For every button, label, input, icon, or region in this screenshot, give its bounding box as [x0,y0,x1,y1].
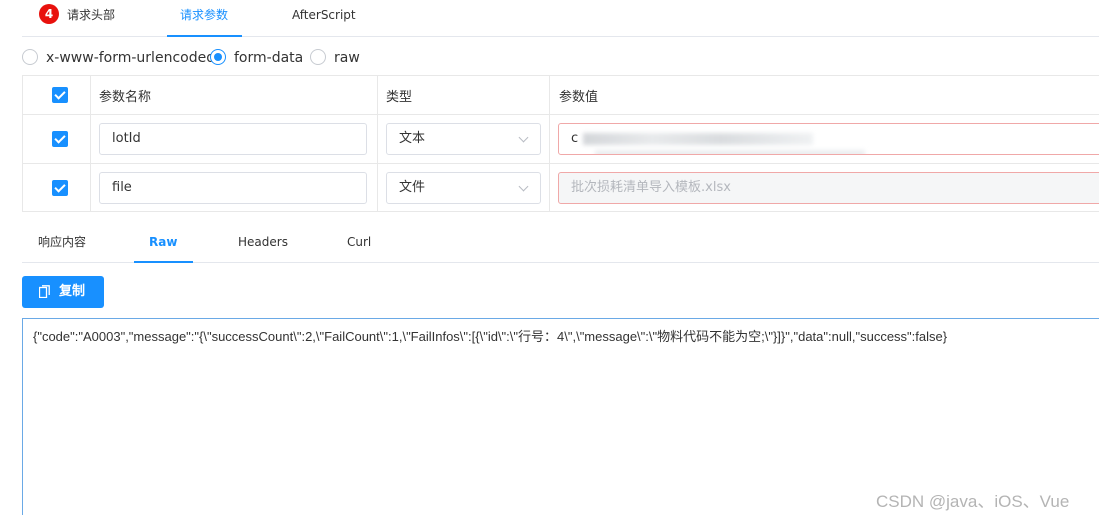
radio-form-data-label: form-data [234,50,304,66]
header-count-badge: 4 [39,4,59,24]
tab-headers[interactable]: Headers [238,228,288,262]
radio-urlencoded[interactable]: x-www-form-urlencoded [22,47,215,69]
tab-request-params-label: 请求参数 [180,8,229,22]
tab-request-params[interactable]: 请求参数 [166,0,243,37]
radio-dot [22,49,38,65]
copy-button[interactable]: 复制 [22,276,104,308]
param-type-select[interactable]: 文本 [386,123,541,155]
row-checkbox[interactable] [52,131,68,147]
param-name-input[interactable]: file [99,172,367,204]
watermark: CSDN @java、iOS、Vue [876,492,1070,511]
param-type-select[interactable]: 文件 [386,172,541,204]
chevron-down-icon [518,181,529,192]
column-header-type: 类型 [386,89,413,105]
api-request-panel: 4 请求头部 请求参数 AfterScript x-www-form-urlenc… [0,0,1099,515]
redacted-blur [595,150,865,154]
radio-dot [210,49,226,65]
column-header-value: 参数值 [559,89,599,105]
tab-after-script-label: AfterScript [292,8,356,22]
radio-dot [310,49,326,65]
file-upload-field[interactable]: 批次损耗清单导入模板.xlsx [558,172,1099,204]
copy-icon [39,285,50,298]
row-checkbox[interactable] [52,180,68,196]
param-table-header: 参数名称 类型 参数值 [23,76,1099,115]
table-row: lotId 文本 c [23,115,1099,164]
tab-curl[interactable]: Curl [347,228,371,262]
param-type-value: 文本 [399,131,426,146]
copy-button-label: 复制 [59,284,86,299]
tab-after-script[interactable]: AfterScript [292,0,356,36]
radio-raw[interactable]: raw [310,47,360,69]
param-value-text: c [571,131,579,146]
raw-response-output[interactable]: {"code":"A0003","message":"{\"successCou… [22,318,1099,515]
radio-urlencoded-label: x-www-form-urlencoded [46,50,216,66]
table-row: file 文件 批次损耗清单导入模板.xlsx [23,164,1099,212]
tab-request-headers-label: 请求头部 [67,8,116,22]
select-all-checkbox[interactable] [52,87,68,103]
redacted-blur [583,133,813,145]
chevron-down-icon [518,132,529,143]
column-header-name: 参数名称 [99,89,152,105]
radio-raw-label: raw [334,50,360,66]
tab-raw[interactable]: Raw [133,228,195,263]
param-type-value: 文件 [399,180,426,195]
tab-request-headers[interactable]: 4 请求头部 [39,0,115,36]
param-name-input[interactable]: lotId [99,123,367,155]
tab-response-content[interactable]: 响应内容 [38,228,86,262]
request-tabs: 4 请求头部 请求参数 AfterScript [22,0,1099,37]
param-table: 参数名称 类型 参数值 lotId 文本 c file 文件 批次损耗清单导入模… [22,75,1099,212]
radio-form-data[interactable]: form-data [210,47,303,69]
response-tabs: 响应内容 Raw Headers Curl [22,228,1099,263]
param-value-input[interactable]: c [558,123,1099,155]
